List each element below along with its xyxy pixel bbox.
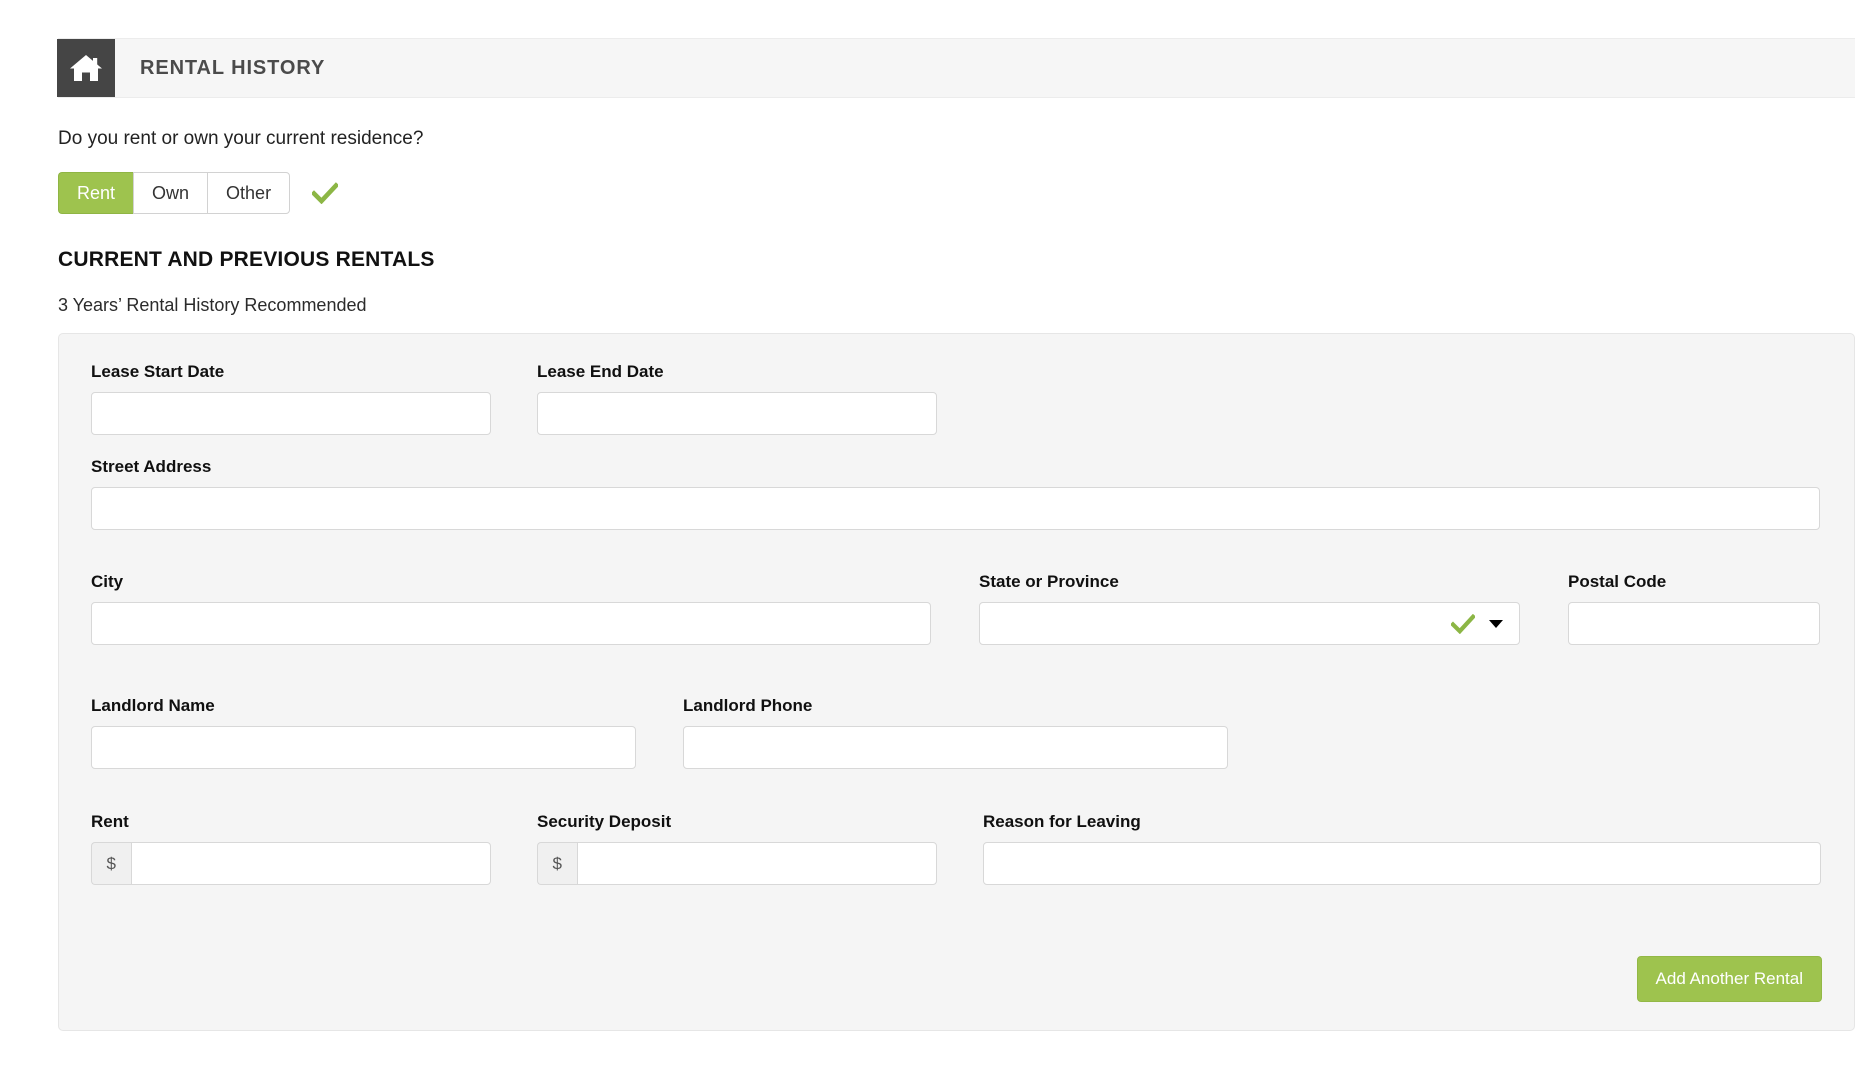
security-deposit-label: Security Deposit [537,812,937,832]
street-address-label: Street Address [91,457,1820,477]
lease-start-date-label: Lease Start Date [91,362,491,382]
home-icon [57,39,115,97]
street-address-field: Street Address [91,457,1820,530]
security-deposit-input[interactable] [577,842,938,885]
residence-type-button-group[interactable]: Rent Own Other [58,172,338,214]
rent-input-group: $ [91,842,491,885]
lease-end-date-input[interactable] [537,392,937,435]
state-or-province-select[interactable] [979,602,1520,645]
state-or-province-label: State or Province [979,572,1520,592]
currency-symbol-icon: $ [537,842,577,885]
security-deposit-field: Security Deposit $ [537,812,937,885]
lease-end-date-field: Lease End Date [537,362,937,435]
landlord-name-label: Landlord Name [91,696,636,716]
state-or-province-field: State or Province [979,572,1520,645]
landlord-row: Landlord Name Landlord Phone [91,696,1228,769]
landlord-phone-input[interactable] [683,726,1228,769]
landlord-phone-label: Landlord Phone [683,696,1228,716]
chevron-down-icon [1489,620,1503,628]
lease-start-date-input[interactable] [91,392,491,435]
street-address-input[interactable] [91,487,1820,530]
lease-end-date-label: Lease End Date [537,362,937,382]
postal-code-label: Postal Code [1568,572,1820,592]
residence-option-other[interactable]: Other [207,172,290,214]
add-another-rental-button[interactable]: Add Another Rental [1637,956,1822,1002]
rentals-section-note: 3 Years’ Rental History Recommended [58,295,367,316]
green-checkmark-icon [312,182,338,204]
landlord-name-input[interactable] [91,726,636,769]
reason-for-leaving-field: Reason for Leaving [983,812,1821,885]
city-state-postal-row: City State or Province [91,572,1820,645]
security-deposit-input-group: $ [537,842,937,885]
residence-option-rent[interactable]: Rent [58,172,133,214]
rentals-section-title: CURRENT AND PREVIOUS RENTALS [58,248,435,272]
city-input[interactable] [91,602,931,645]
residence-option-own[interactable]: Own [133,172,207,214]
lease-start-date-field: Lease Start Date [91,362,491,435]
lease-dates-row: Lease Start Date Lease End Date [91,362,937,435]
postal-code-field: Postal Code [1568,572,1820,645]
section-header: RENTAL HISTORY [58,38,1855,98]
reason-for-leaving-label: Reason for Leaving [983,812,1821,832]
residence-question-label: Do you rent or own your current residenc… [58,128,423,150]
landlord-name-field: Landlord Name [91,696,636,769]
rental-history-page: RENTAL HISTORY Do you rent or own your c… [0,0,1876,1074]
rent-label: Rent [91,812,491,832]
currency-symbol-icon: $ [91,842,131,885]
rent-field: Rent $ [91,812,491,885]
city-field: City [91,572,931,645]
rent-deposit-reason-row: Rent $ Security Deposit $ Reason for Lea… [91,812,1821,885]
city-label: City [91,572,931,592]
green-checkmark-icon [1451,614,1475,634]
reason-for-leaving-input[interactable] [983,842,1821,885]
state-or-province-select-wrap [979,602,1520,645]
postal-code-input[interactable] [1568,602,1820,645]
rent-input[interactable] [131,842,492,885]
page-title: RENTAL HISTORY [140,57,325,80]
rental-entry-panel: Lease Start Date Lease End Date Street A… [58,333,1855,1031]
landlord-phone-field: Landlord Phone [683,696,1228,769]
